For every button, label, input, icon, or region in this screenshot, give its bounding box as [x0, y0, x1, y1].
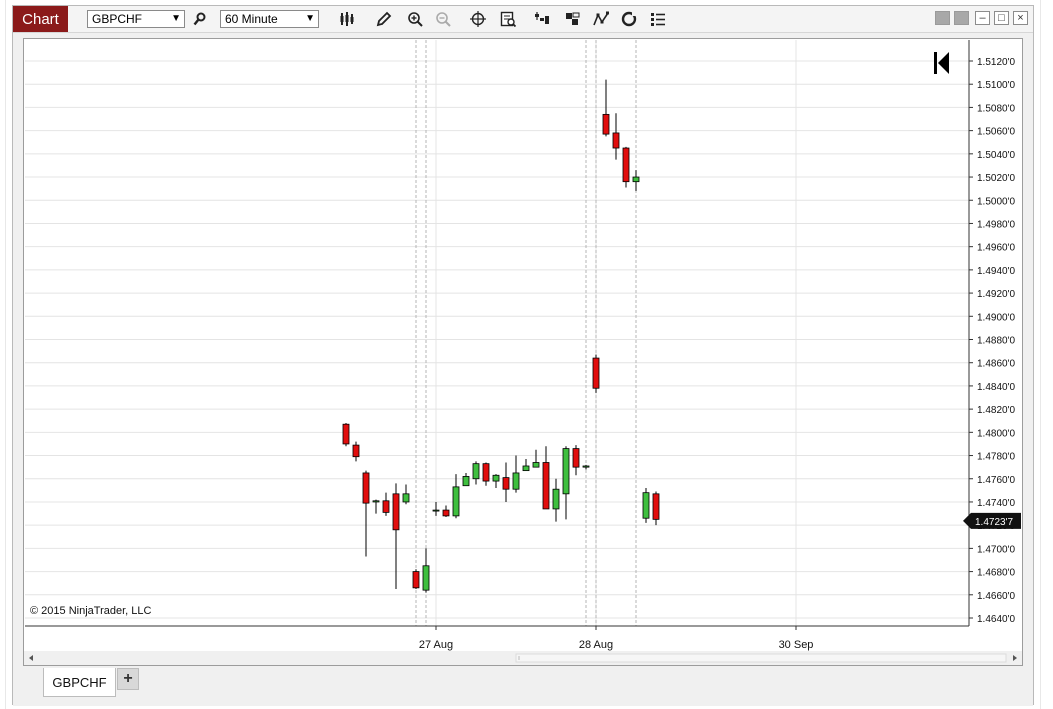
properties-icon[interactable]: [648, 9, 668, 29]
chart-toolbar: Chart GBPCHF ▼ 60 Minute ▼ – □ ×: [13, 6, 1033, 33]
bar-type-icon[interactable]: [337, 9, 357, 29]
y-tick-label: 1.4880'0: [977, 336, 1015, 347]
candle-body: [652, 493, 660, 520]
y-tick-label: 1.5000'0: [977, 196, 1015, 207]
close-button[interactable]: ×: [1013, 11, 1028, 25]
chart-style-icon[interactable]: [532, 9, 552, 29]
y-tick-label: 1.4760'0: [977, 475, 1015, 486]
candle-body: [552, 488, 560, 510]
y-tick-label: 1.4640'0: [977, 614, 1015, 625]
candle-body: [522, 465, 530, 472]
candle-body: [392, 493, 400, 531]
candle-body: [412, 571, 420, 589]
y-tick-label: 1.4960'0: [977, 243, 1015, 254]
price-chart[interactable]: 1.5120'0 1.5100'0 1.5080'0 1.5060'0 1.5040'0…: [24, 39, 1022, 665]
zoom-in-icon[interactable]: [405, 9, 425, 29]
x-tick-label: 30 Sep: [779, 639, 814, 651]
y-tick-label: 1.5080'0: [977, 103, 1015, 114]
data-box-icon[interactable]: [498, 9, 518, 29]
y-tick-label: 1.4900'0: [977, 312, 1015, 323]
horizontal-scrollbar[interactable]: [24, 651, 1022, 665]
y-tick-label: 1.4840'0: [977, 382, 1015, 393]
y-tick-label: 1.5020'0: [977, 173, 1015, 184]
draw-pencil-icon[interactable]: [374, 9, 394, 29]
maximize-icon: □: [998, 12, 1005, 24]
candle-body: [442, 509, 450, 517]
candle-body: [492, 474, 500, 482]
instrument-selector[interactable]: GBPCHF ▼: [87, 10, 185, 28]
candle-body: [562, 448, 570, 495]
candle-body: [382, 500, 390, 513]
candle-body: [542, 462, 550, 510]
templates-icon[interactable]: [563, 9, 583, 29]
candle-body: [512, 472, 520, 490]
y-tick-label: 1.4780'0: [977, 452, 1015, 463]
candle-body: [632, 176, 640, 183]
instrument-selector-value: GBPCHF: [92, 12, 143, 26]
y-tick-label: 1.4660'0: [977, 591, 1015, 602]
chart-panel[interactable]: 1.5120'0 1.5100'0 1.5080'0 1.5060'0 1.5040'0…: [23, 38, 1023, 666]
window-option-button[interactable]: [935, 11, 950, 25]
y-tick-label: 1.5120'0: [977, 57, 1015, 68]
maximize-button[interactable]: □: [994, 11, 1009, 25]
candle-body: [502, 477, 510, 490]
y-tick-label: 1.5060'0: [977, 127, 1015, 138]
y-tick-label: 1.4820'0: [977, 405, 1015, 416]
candle-body: [432, 509, 440, 512]
candle-body: [462, 476, 470, 487]
chevron-down-icon: ▼: [305, 13, 315, 24]
y-tick-label: 1.4800'0: [977, 428, 1015, 439]
candle-body: [532, 462, 540, 468]
window-option-button[interactable]: [954, 11, 969, 25]
y-tick-label: 1.4940'0: [977, 266, 1015, 277]
candle-body: [472, 463, 480, 480]
y-tick-label: 1.4700'0: [977, 544, 1015, 555]
y-tick-label: 1.4740'0: [977, 498, 1015, 509]
y-tick-label: 1.4920'0: [977, 289, 1015, 300]
x-tick-label: 28 Aug: [579, 639, 613, 651]
minimize-icon: –: [979, 12, 986, 24]
background-chart-gridline: [1040, 0, 1041, 709]
candle-body: [352, 444, 360, 458]
add-tab-button[interactable]: +: [117, 668, 139, 690]
close-icon: ×: [1017, 12, 1024, 24]
candle-body: [422, 565, 430, 591]
strategies-icon[interactable]: [619, 9, 639, 29]
copyright-text: © 2015 NinjaTrader, LLC: [30, 605, 152, 617]
crosshair-icon[interactable]: [468, 9, 488, 29]
x-tick-label: 27 Aug: [419, 639, 453, 651]
interval-selector[interactable]: 60 Minute ▼: [220, 10, 319, 28]
y-tick-label: 1.4680'0: [977, 568, 1015, 579]
tab-gbpchf[interactable]: GBPCHF: [43, 668, 116, 697]
y-tick-label: 1.4860'0: [977, 359, 1015, 370]
interval-selector-value: 60 Minute: [225, 12, 278, 26]
zoom-out-icon[interactable]: [433, 9, 453, 29]
chart-badge[interactable]: Chart: [13, 6, 68, 32]
candle-body: [602, 113, 610, 135]
candle-body: [342, 423, 350, 445]
candle-body: [592, 357, 600, 389]
y-tick-label: 1.4980'0: [977, 219, 1015, 230]
y-tick-label: 1.5100'0: [977, 80, 1015, 91]
y-tick-label: 1.5040'0: [977, 150, 1015, 161]
search-icon[interactable]: [190, 9, 210, 29]
chevron-down-icon: ▼: [171, 13, 181, 24]
chart-window: Chart GBPCHF ▼ 60 Minute ▼ – □ × 1.5120'…: [12, 5, 1034, 706]
background-chart-gridline: [5, 0, 6, 709]
candle-body: [572, 448, 580, 468]
last-price-label: 1.4723'7: [975, 517, 1013, 528]
tab-bar: GBPCHF +: [13, 666, 1033, 706]
candle-body: [622, 147, 630, 183]
candle-body: [372, 500, 380, 503]
candle-body: [482, 463, 490, 482]
candle-body: [402, 493, 410, 503]
candle-body: [452, 486, 460, 517]
indicators-icon[interactable]: [591, 9, 611, 29]
minimize-button[interactable]: –: [975, 11, 990, 25]
candle-body: [362, 472, 370, 504]
candle-body: [582, 465, 590, 468]
candle-body: [642, 492, 650, 519]
candle-body: [612, 132, 620, 149]
